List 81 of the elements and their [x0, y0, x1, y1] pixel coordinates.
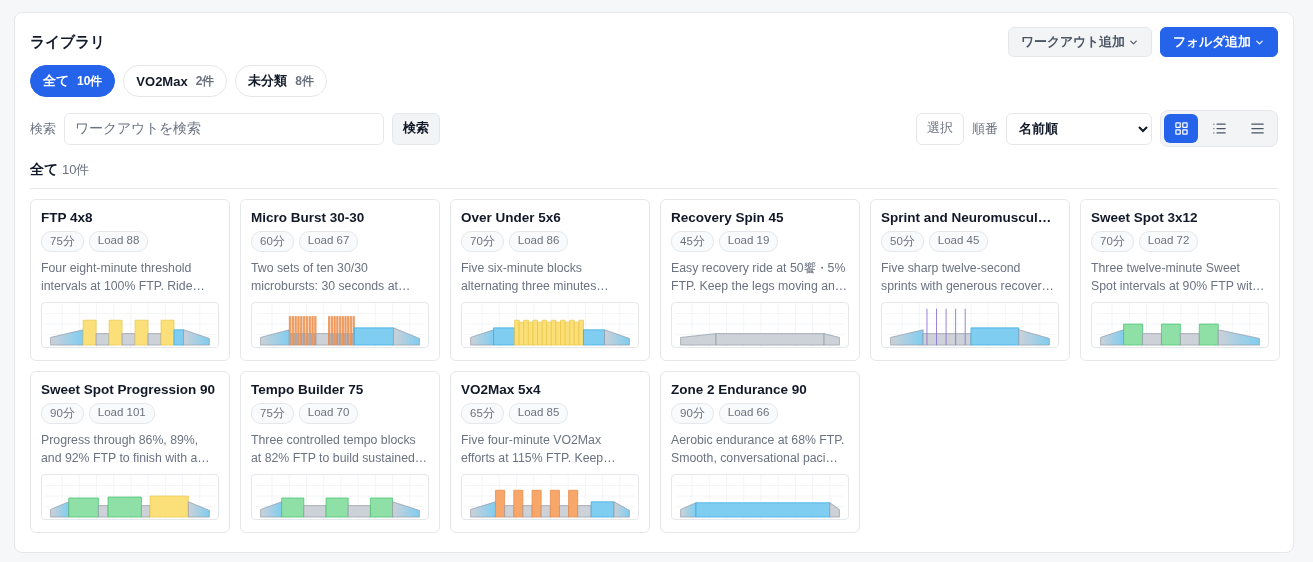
- search-button[interactable]: 検索: [392, 112, 440, 145]
- workout-title: Recovery Spin 45: [671, 210, 785, 225]
- description-line: Five six-minute blocks: [461, 260, 582, 277]
- description-line: Progress through 86%, 89%,: [41, 432, 199, 449]
- grid-icon: [1173, 121, 1189, 136]
- workout-card[interactable]: Recovery Spin 45 45分 Load 19 Easy recovery ride at 50饗・5% FTP. Keep the legs moving an…: [660, 199, 860, 361]
- count-label: 10件: [77, 72, 103, 90]
- workout-title: Zone 2 Endurance 90: [671, 382, 808, 397]
- description-line: alternating three minutes…: [461, 278, 609, 295]
- load-tag: Load 67: [298, 231, 359, 252]
- workout-card[interactable]: Over Under 5x6 70分 Load 86 Five six-minute blocks alternating three minutes…: [450, 199, 650, 361]
- duration-tag: 75分: [41, 231, 84, 252]
- duration-tag: 90分: [41, 403, 84, 424]
- duration-tag: 45分: [671, 231, 714, 252]
- description-line: Two sets of ten 30/30: [251, 260, 368, 277]
- sort-select[interactable]: 名前順: [1006, 112, 1152, 145]
- workout-title: Sweet Spot 3x12: [1091, 210, 1199, 225]
- duration-tag: 70分: [461, 231, 504, 252]
- load-tag: Load 86: [508, 231, 569, 252]
- workout-title: Over Under 5x6: [461, 210, 562, 225]
- load-tag: Load 72: [1138, 231, 1199, 252]
- description-line: Easy recovery ride at 50饗・5%: [671, 260, 846, 277]
- section-title: 全て: [30, 161, 58, 179]
- load-tag: Load 88: [88, 231, 149, 252]
- description-line: FTP. Keep the legs moving an…: [671, 278, 848, 295]
- duration-tag: 60分: [251, 231, 294, 252]
- duration-tag: 75分: [251, 403, 294, 424]
- workout-title: Micro Burst 30-30: [251, 210, 366, 225]
- workout-card[interactable]: FTP 4x8 75分 Load 88 Four eight-minute threshold intervals at 100% FTP. Ride…: [30, 199, 230, 361]
- workout-card[interactable]: Tempo Builder 75 75分 Load 70 Three controlled tempo blocks at 82% FTP to build sustained…: [240, 371, 440, 533]
- workout-title: Sweet Spot Progression 90: [41, 382, 217, 397]
- page-title: ライブラリ: [30, 32, 105, 52]
- description-line: Five four-minute VO2Max: [461, 432, 602, 449]
- duration-tag: 90分: [671, 403, 714, 424]
- description-line: and 92% FTP to finish with a…: [41, 450, 210, 467]
- sort-label: 順番: [972, 119, 998, 138]
- description-line: Five sharp twelve-second: [881, 260, 1021, 277]
- menu-icon: [1249, 121, 1265, 136]
- view-button[interactable]: [1164, 114, 1198, 143]
- search-label: 検索: [30, 119, 56, 138]
- filter-tab[interactable]: 全て 10件: [30, 65, 116, 97]
- workout-card[interactable]: Sweet Spot Progression 90 90分 Load 101 Progress through 86%, 89%, and 92% FTP to finish with a…: [30, 371, 230, 533]
- description-line: Four eight-minute threshold: [41, 260, 192, 277]
- workout-title: FTP 4x8: [41, 210, 94, 225]
- load-tag: Load 70: [298, 403, 359, 424]
- add-button[interactable]: ワークアウト追加: [1008, 27, 1152, 57]
- load-tag: Load 45: [928, 231, 989, 252]
- description-line: Spot intervals at 90% FTP wit…: [1091, 278, 1265, 295]
- select-button[interactable]: 選択: [916, 112, 964, 145]
- workout-card[interactable]: Sprint and Neuromuscul… 50分 Load 45 Five sharp twelve-second sprints with generous recover…: [870, 199, 1070, 361]
- description-line: sprints with generous recover…: [881, 278, 1054, 295]
- search-field[interactable]: ワークアウトを検索: [64, 112, 384, 145]
- workout-title: Tempo Builder 75: [251, 382, 365, 397]
- workout-title: VO2Max 5x4: [461, 382, 542, 397]
- description-line: Three controlled tempo blocks: [251, 432, 416, 449]
- section-count: 10件: [62, 161, 90, 179]
- add-button[interactable]: フォルダ追加: [1160, 27, 1278, 57]
- description-line: Aerobic endurance at 68% FTP.: [671, 432, 845, 449]
- duration-tag: 70分: [1091, 231, 1134, 252]
- load-tag: Load 19: [718, 231, 779, 252]
- description-line: intervals at 100% FTP. Ride…: [41, 278, 205, 295]
- workout-card[interactable]: Sweet Spot 3x12 70分 Load 72 Three twelve-minute Sweet Spot intervals at 90% FTP wit…: [1080, 199, 1280, 361]
- count-label: 8件: [295, 72, 315, 90]
- count-label: 2件: [195, 72, 215, 90]
- duration-tag: 50分: [881, 231, 924, 252]
- description-line: efforts at 115% FTP. Keep…: [461, 450, 616, 467]
- filter-tab[interactable]: VO2Max 2件: [123, 65, 228, 97]
- load-tag: Load 85: [508, 403, 569, 424]
- filter-tab[interactable]: 未分類 8件: [235, 65, 328, 97]
- list-icon: [1211, 121, 1227, 136]
- workout-card[interactable]: Micro Burst 30-30 60分 Load 67 Two sets of ten 30/30 microbursts: 30 seconds at…: [240, 199, 440, 361]
- description-line: Three twelve-minute Sweet: [1091, 260, 1240, 277]
- workout-title: Sprint and Neuromuscul…: [881, 210, 1053, 225]
- load-tag: Load 66: [718, 403, 779, 424]
- load-tag: Load 101: [88, 403, 155, 424]
- description-line: at 82% FTP to build sustained…: [251, 450, 428, 467]
- description-line: microbursts: 30 seconds at…: [251, 278, 411, 295]
- duration-tag: 65分: [461, 403, 504, 424]
- workout-card[interactable]: Zone 2 Endurance 90 90分 Load 66 Aerobic endurance at 68% FTP. Smooth, conversational paci…: [660, 371, 860, 533]
- workout-card[interactable]: VO2Max 5x4 65分 Load 85 Five four-minute VO2Max efforts at 115% FTP. Keep…: [450, 371, 650, 533]
- description-line: Smooth, conversational paci…: [671, 450, 838, 467]
